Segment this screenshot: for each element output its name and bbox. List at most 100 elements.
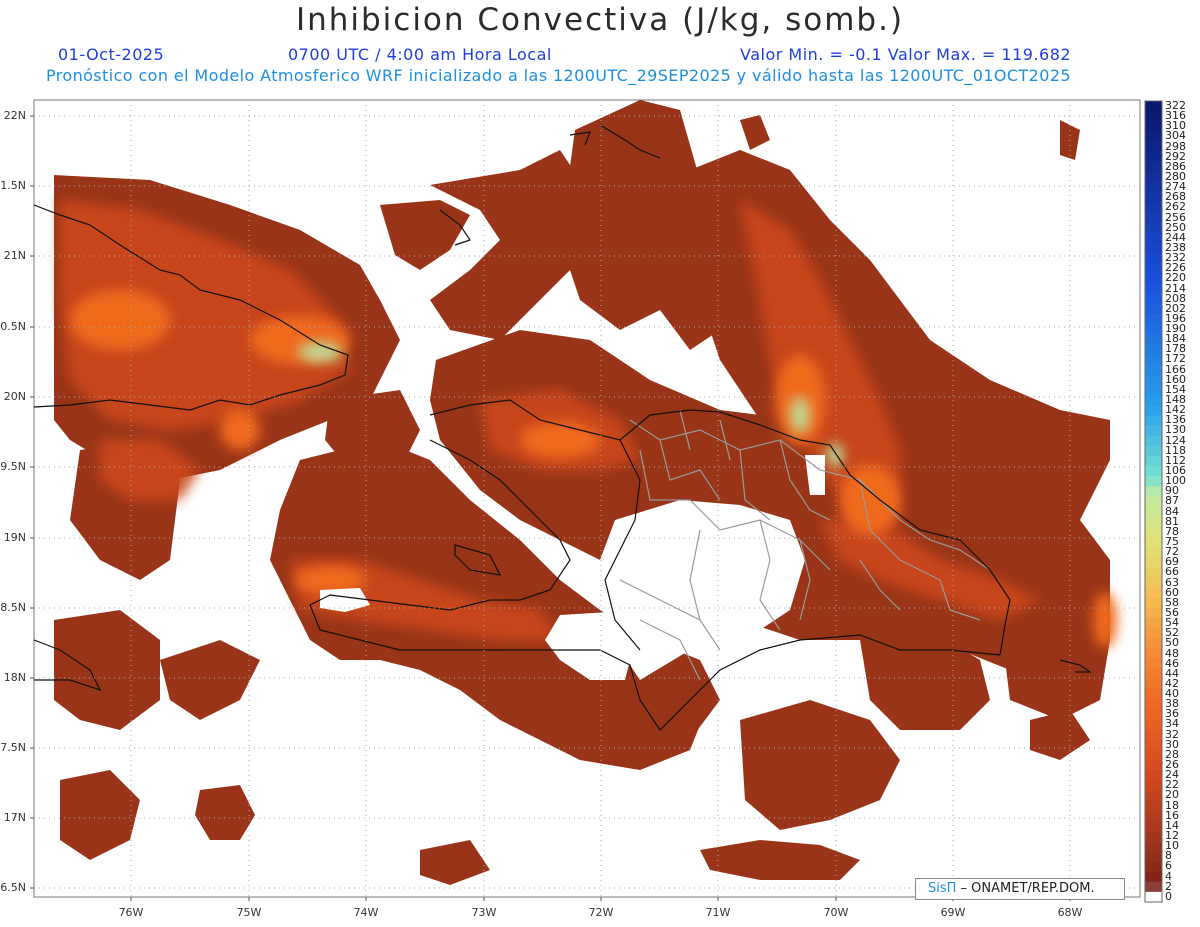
xlabel-68w: 68W <box>1057 906 1083 919</box>
ylabel-18n: 18N <box>3 671 26 684</box>
colorbar-swatch <box>1145 607 1162 619</box>
colorbar-swatch <box>1145 293 1162 305</box>
colorbar-swatch <box>1145 668 1162 680</box>
colorbar-swatch <box>1145 760 1162 771</box>
colorbar-swatch <box>1145 354 1162 366</box>
colorbar-swatch <box>1145 709 1162 721</box>
colorbar-swatch <box>1145 496 1162 508</box>
colorbar-swatch <box>1145 364 1162 376</box>
colorbar-swatch <box>1145 567 1162 579</box>
colorbar-swatch <box>1145 628 1162 639</box>
colorbar-swatch <box>1145 587 1162 599</box>
colorbar-swatch <box>1145 770 1162 781</box>
colorbar-swatch <box>1145 151 1162 163</box>
colorbar-swatch <box>1145 435 1162 447</box>
colorbar-swatch <box>1145 749 1162 761</box>
xlabel-72w: 72W <box>588 906 614 919</box>
ylabel-22n: 22N <box>3 109 26 122</box>
colorbar-swatch <box>1145 476 1162 487</box>
colorbar <box>1144 100 1163 903</box>
colorbar-swatch <box>1145 405 1162 416</box>
colorbar-swatch <box>1145 861 1162 873</box>
colorbar-swatch <box>1145 141 1162 153</box>
colorbar-swatch <box>1145 638 1162 650</box>
xlabel-71w: 71W <box>705 906 731 919</box>
colorbar-swatch <box>1145 161 1162 173</box>
colorbar-swatch <box>1145 658 1162 670</box>
colorbar-swatch <box>1145 871 1162 883</box>
map-panel <box>30 99 1163 903</box>
colorbar-label: 0 <box>1165 889 1172 903</box>
colorbar-swatch <box>1145 526 1162 538</box>
colorbar-swatch <box>1145 719 1162 731</box>
colorbar-swatch <box>1145 455 1162 467</box>
colorbar-swatch <box>1145 851 1162 863</box>
colorbar-swatch <box>1145 536 1162 548</box>
colorbar-swatch <box>1145 232 1162 244</box>
colorbar-swatch <box>1145 557 1162 569</box>
colorbar-swatch <box>1145 618 1162 629</box>
colorbar-swatch <box>1145 648 1162 660</box>
ylabel-19.5n: 9.5N <box>0 460 26 473</box>
colorbar-swatch <box>1145 780 1162 792</box>
ylabel-18.5n: 8.5N <box>0 601 26 614</box>
credit-box: SisΠ – ONAMET/REP.DOM. <box>915 878 1125 900</box>
credit-text: – ONAMET/REP.DOM. <box>956 881 1095 896</box>
colorbar-swatch <box>1145 263 1162 274</box>
colorbar-swatch <box>1145 324 1162 335</box>
colorbar-swatch <box>1145 101 1162 112</box>
colorbar-swatch <box>1145 516 1162 528</box>
colorbar-swatch <box>1145 891 1162 903</box>
colorbar-swatch <box>1145 303 1162 315</box>
xlabel-74w: 74W <box>353 906 379 919</box>
colorbar-swatch <box>1145 800 1162 812</box>
colorbar-swatch <box>1145 831 1162 842</box>
colorbar-swatch <box>1145 597 1162 609</box>
colorbar-swatch <box>1145 425 1162 437</box>
colorbar-swatch <box>1145 466 1162 477</box>
colorbar-swatch <box>1145 253 1162 264</box>
colorbar-swatch <box>1145 739 1162 751</box>
ylabel-17n: 17N <box>3 811 26 824</box>
xlabel-69w: 69W <box>940 906 966 919</box>
colorbar-swatch <box>1145 506 1162 518</box>
credit-brand: SisΠ <box>928 881 957 896</box>
colorbar-swatch <box>1145 344 1162 356</box>
colorbar-swatch <box>1145 283 1162 295</box>
colorbar-swatch <box>1145 699 1162 710</box>
colorbar-swatch <box>1145 395 1162 406</box>
xlabel-75w: 75W <box>236 906 262 919</box>
colorbar-swatch <box>1145 313 1162 325</box>
colorbar-swatch <box>1145 111 1162 122</box>
ylabel-20n: 20N <box>3 390 26 403</box>
colorbar-swatch <box>1145 415 1162 427</box>
colorbar-swatch <box>1145 121 1162 133</box>
xlabel-73w: 73W <box>471 906 497 919</box>
colorbar-swatch <box>1145 729 1162 741</box>
colorbar-swatch <box>1145 242 1162 254</box>
colorbar-swatch <box>1145 577 1162 589</box>
colorbar-swatch <box>1145 374 1162 386</box>
colorbar-swatch <box>1145 334 1162 345</box>
colorbar-swatch <box>1145 192 1162 203</box>
ylabel-16.5n: 6.5N <box>0 881 26 894</box>
colorbar-swatch <box>1145 547 1162 558</box>
colorbar-swatch <box>1145 182 1162 193</box>
colorbar-swatch <box>1145 820 1162 832</box>
colorbar-swatch <box>1145 810 1162 822</box>
colorbar-swatch <box>1145 841 1162 852</box>
ylabel-20.5n: 0.5N <box>0 320 26 333</box>
colorbar-swatch <box>1145 881 1162 893</box>
colorbar-swatch <box>1145 486 1162 498</box>
colorbar-swatch <box>1145 384 1162 396</box>
colorbar-swatch <box>1145 790 1162 802</box>
xlabel-70w: 70W <box>823 906 849 919</box>
ylabel-17.5n: 7.5N <box>0 741 26 754</box>
ylabel-21.5n: 1.5N <box>0 179 26 192</box>
colorbar-swatch <box>1145 273 1162 285</box>
colorbar-swatch <box>1145 171 1162 183</box>
colorbar-swatch <box>1145 222 1162 234</box>
colorbar-swatch <box>1145 212 1162 224</box>
xlabel-76w: 76W <box>118 906 144 919</box>
colorbar-swatch <box>1145 678 1162 690</box>
